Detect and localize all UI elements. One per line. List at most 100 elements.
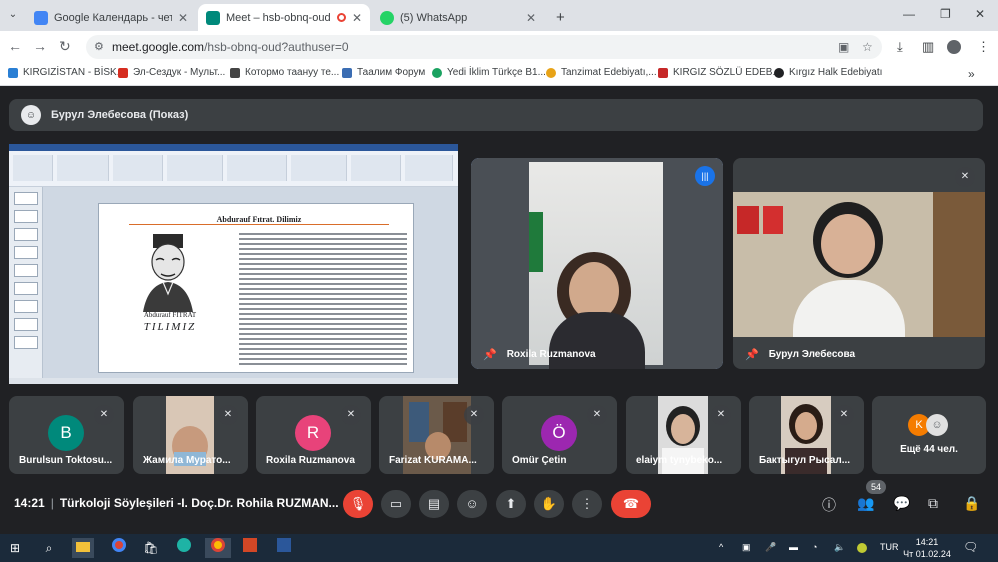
bookmark-item[interactable]: KIRGIZİSTAN - BİSK... xyxy=(8,67,125,78)
store-icon[interactable]: 🛍 xyxy=(140,538,162,558)
participant-tile[interactable]: ✕ Жамила Мурато... xyxy=(133,396,248,474)
reactions-icon[interactable]: ☺ xyxy=(457,490,487,518)
bookmark-item[interactable]: Tanzimat Edebiyatı,... xyxy=(546,67,657,78)
people-icon[interactable]: 👥 xyxy=(857,495,874,512)
forward-icon[interactable]: → xyxy=(33,38,47,54)
participant-tile[interactable]: B ✕ Burulsun Toktosu... xyxy=(9,396,124,474)
meet-favicon-icon xyxy=(206,10,220,25)
edge-icon[interactable] xyxy=(173,538,195,558)
slide-body-text xyxy=(239,230,407,366)
system-clock[interactable]: 14:21 Чт 01.02.24 xyxy=(902,536,952,560)
address-bar[interactable]: ⚙ meet.google.com/hsb-obnq-oud?authuser=… xyxy=(86,35,882,59)
tray-overflow-icon[interactable]: ^ xyxy=(719,542,723,552)
powerpoint-icon[interactable] xyxy=(239,538,261,558)
bookmark-item[interactable]: KIRGIZ SÖZLÜ EDEB... xyxy=(658,67,781,78)
menu-kebab-icon[interactable]: ⋮ xyxy=(977,39,990,55)
download-icon[interactable]: ⤓ xyxy=(897,39,903,55)
url-host: meet.google.com xyxy=(112,40,205,54)
back-icon[interactable]: ← xyxy=(8,38,22,54)
shared-screen[interactable]: Abdurauf Fıtrat. Dilimiz Abdurauf FITRAT… xyxy=(9,144,458,384)
file-explorer-icon[interactable] xyxy=(72,538,94,558)
volume-icon[interactable]: 🔈 xyxy=(834,542,845,553)
bookmark-item[interactable]: Kırgız Halk Edebiyatı xyxy=(774,67,882,78)
bookmark-icon xyxy=(432,67,442,78)
battery-icon[interactable]: ▬ xyxy=(789,542,798,552)
language-indicator[interactable]: TUR xyxy=(880,542,899,552)
tab-calendar[interactable]: Google Календарь - четверг, 1 ✕ xyxy=(26,4,196,31)
close-tab-icon[interactable]: ✕ xyxy=(178,11,188,25)
reload-icon[interactable]: ↻ xyxy=(59,38,71,55)
bookmark-item[interactable]: Yedi İklim Türkçe B1... xyxy=(432,67,546,78)
close-tab-icon[interactable]: ✕ xyxy=(526,11,536,25)
tab-search-icon[interactable]: ⌄ xyxy=(4,6,22,24)
more-participants-tile[interactable]: K ☺ Ещё 44 чел. xyxy=(872,396,986,474)
participant-tile[interactable]: ✕ Farizat KURAMA... xyxy=(379,396,494,474)
present-screen-icon[interactable]: ⬆ xyxy=(496,490,526,518)
camera-in-use-icon[interactable]: ▣ xyxy=(838,40,849,54)
participant-name: Бактыгул Рысал... xyxy=(759,455,851,466)
bookmark-icon xyxy=(658,67,668,78)
meet-tray-icon[interactable]: ▣ xyxy=(742,542,751,553)
search-icon[interactable]: ⌕ xyxy=(38,538,60,558)
tab-meet[interactable]: Meet – hsb-obnq-oud ✕ xyxy=(198,4,370,31)
windows-start-icon[interactable]: ⊞ xyxy=(4,538,26,558)
word-icon[interactable] xyxy=(273,538,295,558)
presentation-banner: ☺ Бурул Элебесова (Показ) xyxy=(9,99,983,131)
participant-avatar: ☺ xyxy=(926,414,948,436)
microphone-toggle-icon[interactable]: 🎙 xyxy=(343,490,373,518)
camera-toggle-icon[interactable]: ▭ xyxy=(381,490,411,518)
bookmark-star-icon[interactable]: ☆ xyxy=(862,40,873,54)
bookmark-item[interactable]: Таалим Форум xyxy=(342,67,425,78)
bookmark-label: Котормо таануу те... xyxy=(245,67,340,78)
participant-name: 📌 Roxila Ruzmanova xyxy=(483,348,596,361)
tab-whatsapp[interactable]: (5) WhatsApp ✕ xyxy=(372,4,544,31)
restore-icon[interactable]: ❐ xyxy=(940,7,951,21)
chrome-taskbar-icon[interactable] xyxy=(108,538,130,558)
participant-tile-featured[interactable]: ✕ 📌 Бурул Элебесова xyxy=(733,158,985,369)
activities-icon[interactable]: ⧉ xyxy=(928,495,938,512)
meeting-details-icon[interactable]: ⓘ xyxy=(822,495,836,515)
side-panel-icon[interactable]: ▥ xyxy=(922,39,934,55)
raise-hand-icon[interactable]: ✋ xyxy=(534,490,564,518)
participant-name: Roxila Ruzmanova xyxy=(266,455,355,466)
bookmark-item[interactable]: Эл-Сездук - Мульт... xyxy=(118,67,225,78)
wifi-icon[interactable]: ◔ xyxy=(812,542,817,552)
bookmarks-bar: KIRGIZİSTAN - BİSK... Эл-Сездук - Мульт.… xyxy=(0,62,998,86)
participant-tile-featured[interactable]: ||| 📌 Roxila Ruzmanova xyxy=(471,158,723,369)
mic-off-icon: ✕ xyxy=(341,405,361,425)
mic-off-icon: ✕ xyxy=(464,405,484,425)
meet-stage: ☺ Бурул Элебесова (Показ) Abdurauf Fıtra… xyxy=(0,86,998,534)
pin-icon[interactable]: 📌 xyxy=(483,348,497,361)
chat-icon[interactable]: 💬 xyxy=(893,495,910,512)
browser-tab-strip: ⌄ Google Календарь - четверг, 1 ✕ Meet –… xyxy=(0,0,998,31)
more-options-icon[interactable]: ⋮ xyxy=(572,490,602,518)
close-window-icon[interactable]: ✕ xyxy=(975,7,985,21)
bookmark-label: KIRGIZİSTAN - BİSK... xyxy=(23,67,126,78)
app-tray-icon[interactable] xyxy=(857,543,867,553)
participant-tile[interactable]: ✕ elaiym tynybeko... xyxy=(626,396,741,474)
notifications-icon[interactable]: 🗨 xyxy=(963,540,978,554)
mic-tray-icon[interactable]: 🎤 xyxy=(765,542,776,553)
meeting-info: 14:21 | Türkoloji Söyleşileri -I. Doç.Dr. … xyxy=(14,496,339,510)
participant-tile[interactable]: R ✕ Roxila Ruzmanova xyxy=(256,396,371,474)
tab-title: Meet – hsb-obnq-oud xyxy=(226,11,331,24)
participant-avatar: B xyxy=(48,415,84,451)
meeting-time: 14:21 xyxy=(14,496,45,510)
pin-icon[interactable]: 📌 xyxy=(745,348,759,361)
more-bookmarks-icon[interactable]: » xyxy=(968,67,975,81)
chrome-active-icon[interactable] xyxy=(205,538,231,558)
leave-call-icon[interactable]: ☎ xyxy=(611,490,651,518)
bookmark-item[interactable]: Котормо таануу те... xyxy=(230,67,339,78)
profile-avatar-icon[interactable] xyxy=(947,40,961,54)
close-tab-icon[interactable]: ✕ xyxy=(352,11,362,25)
captions-icon[interactable]: ▤ xyxy=(419,490,449,518)
site-info-icon[interactable]: ⚙ xyxy=(94,40,104,53)
host-controls-icon[interactable]: 🔒 xyxy=(963,495,980,512)
powerpoint-workspace: Abdurauf Fıtrat. Dilimiz Abdurauf FITRAT… xyxy=(9,187,458,384)
participant-tile[interactable]: ✕ Бактыгул Рысал... xyxy=(749,396,864,474)
mic-off-icon: ✕ xyxy=(218,405,238,425)
new-tab-button[interactable]: + xyxy=(548,4,572,31)
bookmark-label: Эл-Сездук - Мульт... xyxy=(133,67,226,78)
minimize-icon[interactable]: — xyxy=(903,7,915,21)
participant-tile[interactable]: Ö ✕ Ömür Çetin xyxy=(502,396,617,474)
